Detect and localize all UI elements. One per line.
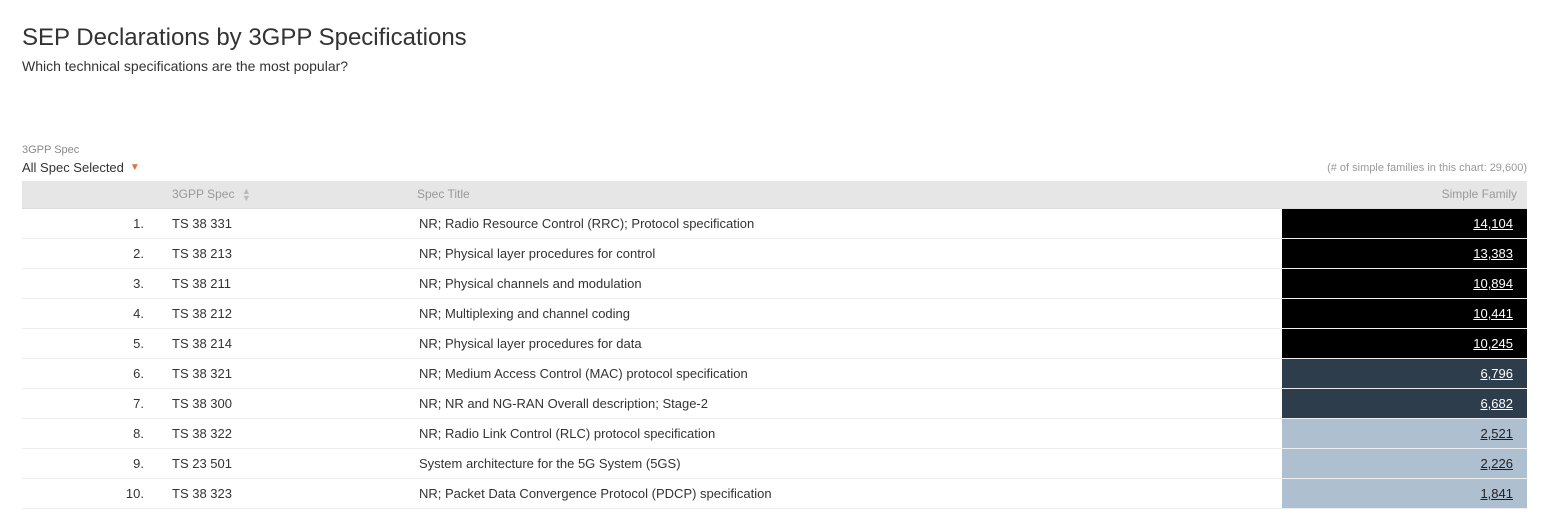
cell-spec: TS 38 323 [162,478,407,508]
cell-title: NR; Radio Resource Control (RRC); Protoc… [407,208,1282,238]
cell-title: NR; NR and NG-RAN Overall description; S… [407,388,1282,418]
cell-rank: 6. [22,358,162,388]
cell-simple-family[interactable]: 10,894 [1282,268,1527,298]
table-row: 3.TS 38 211NR; Physical channels and mod… [22,268,1527,298]
cell-simple-family[interactable]: 10,441 [1282,298,1527,328]
spec-filter-dropdown[interactable]: All Spec Selected ▼ [22,160,140,175]
filter-label: 3GPP Spec [22,144,1527,156]
chevron-down-icon: ▼ [130,162,140,173]
cell-title: NR; Physical layer procedures for contro… [407,238,1282,268]
families-count-note: (# of simple families in this chart: 29,… [1327,162,1527,174]
cell-rank: 7. [22,388,162,418]
cell-spec: TS 38 322 [162,418,407,448]
cell-spec: TS 23 501 [162,448,407,478]
cell-title: NR; Radio Link Control (RLC) protocol sp… [407,418,1282,448]
cell-rank: 10. [22,478,162,508]
cell-simple-family[interactable]: 2,226 [1282,448,1527,478]
cell-simple-family[interactable]: 6,682 [1282,388,1527,418]
cell-spec: TS 38 214 [162,328,407,358]
col-family[interactable]: Simple Family [1282,181,1527,208]
cell-spec: TS 38 211 [162,268,407,298]
col-spec[interactable]: 3GPP Spec ▲▼ [162,181,407,208]
table-header-row: 3GPP Spec ▲▼ Spec Title Simple Family [22,181,1527,208]
cell-spec: TS 38 213 [162,238,407,268]
cell-rank: 4. [22,298,162,328]
cell-rank: 8. [22,418,162,448]
cell-rank: 9. [22,448,162,478]
cell-title: NR; Packet Data Convergence Protocol (PD… [407,478,1282,508]
cell-simple-family[interactable]: 6,796 [1282,358,1527,388]
cell-spec: TS 38 212 [162,298,407,328]
table-row: 1.TS 38 331NR; Radio Resource Control (R… [22,208,1527,238]
cell-title: NR; Multiplexing and channel coding [407,298,1282,328]
cell-title: NR; Physical channels and modulation [407,268,1282,298]
cell-spec: TS 38 300 [162,388,407,418]
table-row: 10.TS 38 323NR; Packet Data Convergence … [22,478,1527,508]
col-spec-label: 3GPP Spec [172,187,234,201]
cell-spec: TS 38 321 [162,358,407,388]
cell-rank: 5. [22,328,162,358]
table-row: 7.TS 38 300NR; NR and NG-RAN Overall des… [22,388,1527,418]
cell-rank: 2. [22,238,162,268]
table-row: 8.TS 38 322NR; Radio Link Control (RLC) … [22,418,1527,448]
table-row: 6.TS 38 321NR; Medium Access Control (MA… [22,358,1527,388]
cell-rank: 3. [22,268,162,298]
col-title[interactable]: Spec Title [407,181,1282,208]
sort-icon: ▲▼ [242,188,251,202]
table-row: 5.TS 38 214NR; Physical layer procedures… [22,328,1527,358]
cell-title: System architecture for the 5G System (5… [407,448,1282,478]
table-row: 2.TS 38 213NR; Physical layer procedures… [22,238,1527,268]
page-subtitle: Which technical specifications are the m… [22,58,1527,74]
cell-rank: 1. [22,208,162,238]
cell-simple-family[interactable]: 14,104 [1282,208,1527,238]
cell-spec: TS 38 331 [162,208,407,238]
cell-simple-family[interactable]: 13,383 [1282,238,1527,268]
cell-simple-family[interactable]: 10,245 [1282,328,1527,358]
cell-simple-family[interactable]: 2,521 [1282,418,1527,448]
spec-filter-selected: All Spec Selected [22,160,124,175]
spec-table: 3GPP Spec ▲▼ Spec Title Simple Family 1.… [22,181,1527,509]
cell-title: NR; Physical layer procedures for data [407,328,1282,358]
cell-simple-family[interactable]: 1,841 [1282,478,1527,508]
table-row: 4.TS 38 212NR; Multiplexing and channel … [22,298,1527,328]
table-row: 9.TS 23 501System architecture for the 5… [22,448,1527,478]
page-title: SEP Declarations by 3GPP Specifications [22,24,1527,52]
cell-title: NR; Medium Access Control (MAC) protocol… [407,358,1282,388]
col-rank[interactable] [22,181,162,208]
